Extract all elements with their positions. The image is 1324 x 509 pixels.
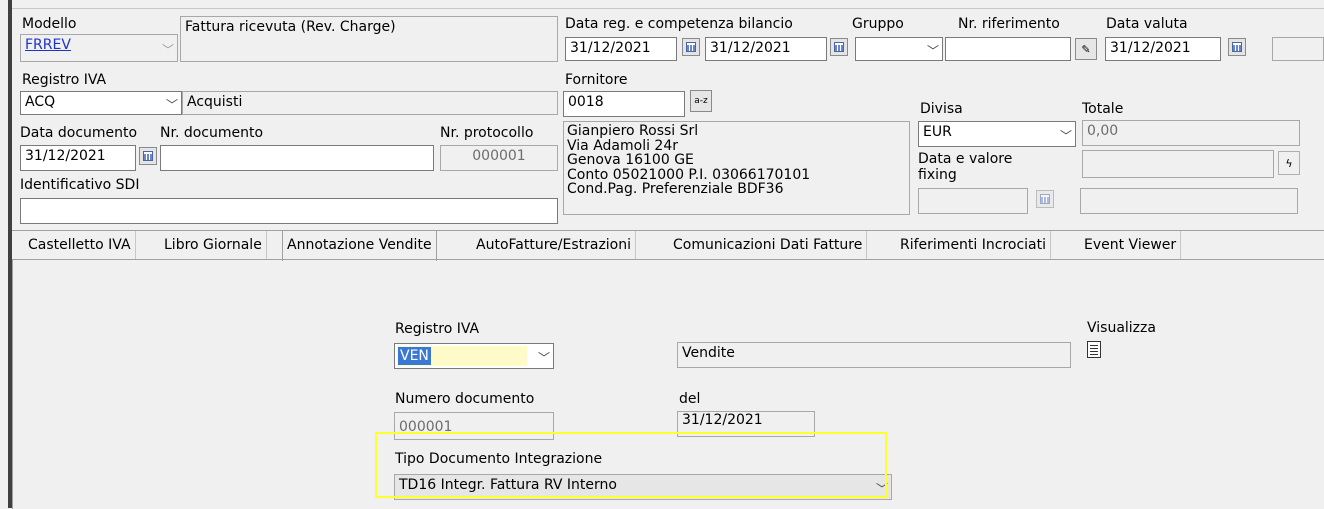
vendite-registro-iva-select[interactable]: VEN ﹀ — [394, 343, 554, 369]
numero-documento-field: 000001 — [394, 412, 554, 440]
pencil-icon[interactable]: ✎ — [1075, 38, 1097, 60]
calendar-icon[interactable] — [682, 38, 700, 56]
registro-iva-description: Acquisti — [182, 91, 558, 115]
totale-field: 0,00 — [1082, 120, 1300, 146]
data-valuta-label: Data valuta — [1106, 16, 1188, 32]
nr-riferimento-field[interactable] — [945, 37, 1071, 61]
tab-autofatture-estrazioni[interactable]: AutoFatture/Estrazioni — [472, 231, 637, 259]
del-date-field: 31/12/2021 — [677, 411, 815, 437]
vendite-registro-iva-value: VEN — [398, 347, 431, 365]
nr-documento-label: Nr. documento — [160, 125, 264, 141]
nr-protocollo-field: 000001 — [440, 145, 558, 171]
data-documento-field[interactable]: 31/12/2021 — [20, 145, 136, 171]
calendar-icon[interactable] — [1228, 38, 1246, 56]
registro-iva-label: Registro IVA — [22, 72, 107, 88]
totale-label: Totale — [1082, 101, 1124, 117]
data-valuta-field[interactable]: 31/12/2021 — [1105, 37, 1221, 61]
tab-castelletto-iva[interactable]: Castelletto IVA — [24, 231, 136, 259]
tab-content-panel — [12, 259, 1324, 509]
tab-libro-giornale[interactable]: Libro Giornale — [160, 231, 267, 259]
extra-field — [1272, 37, 1324, 61]
lightning-icon[interactable]: ϟ — [1278, 151, 1300, 175]
nr-protocollo-label: Nr. protocollo — [440, 125, 534, 141]
search-list-icon[interactable]: a-z — [690, 90, 712, 112]
modello-label: Modello — [22, 16, 77, 32]
calendar-icon[interactable] — [830, 38, 848, 56]
identificativo-sdi-label: Identificativo SDI — [20, 177, 140, 193]
tab-bar: Castelletto IVA Libro Giornale Annotazio… — [12, 230, 1324, 261]
tipo-documento-label: Tipo Documento Integrazione — [395, 451, 603, 467]
gruppo-select[interactable]: ﹀ — [855, 37, 943, 61]
chevron-down-icon: ﹀ — [165, 98, 178, 112]
visualizza-label: Visualizza — [1087, 320, 1156, 336]
nr-riferimento-label: Nr. riferimento — [958, 16, 1060, 32]
modello-select[interactable]: FRREV ﹀ — [20, 34, 178, 62]
tipo-documento-select[interactable]: TD16 Integr. Fattura RV Interno ﹀ — [394, 474, 892, 500]
calendar-icon — [1036, 190, 1054, 208]
chevron-down-icon: ﹀ — [537, 351, 550, 365]
tab-riferimenti-incrociati[interactable]: Riferimenti Incrociati — [896, 231, 1052, 259]
fornitore-label: Fornitore — [565, 72, 628, 88]
registro-iva-select[interactable]: ACQ ﹀ — [20, 91, 182, 115]
divisa-select[interactable]: EUR ﹀ — [918, 121, 1076, 147]
chevron-down-icon: ﹀ — [1059, 129, 1072, 143]
nr-documento-field[interactable] — [160, 145, 434, 171]
tab-comunicazioni-dati-fatture[interactable]: Comunicazioni Dati Fatture — [669, 231, 868, 259]
modello-link[interactable]: FRREV — [25, 37, 71, 53]
chevron-down-icon: ﹀ — [875, 482, 888, 496]
calendar-icon[interactable] — [139, 147, 157, 165]
fixing-extra-field — [1080, 188, 1298, 214]
document-icon[interactable] — [1087, 341, 1101, 358]
tab-annotazione-vendite[interactable]: Annotazione Vendite — [282, 230, 437, 261]
vendite-registro-iva-label: Registro IVA — [395, 321, 480, 337]
data-competenza-field[interactable]: 31/12/2021 — [705, 37, 827, 61]
vendite-registro-iva-description: Vendite — [677, 342, 1071, 368]
del-label: del — [679, 391, 701, 407]
identificativo-sdi-field[interactable] — [20, 198, 558, 224]
tab-event-viewer[interactable]: Event Viewer — [1080, 231, 1182, 259]
data-reg-label: Data reg. e competenza bilancio — [565, 16, 793, 32]
data-reg-field[interactable]: 31/12/2021 — [565, 37, 677, 61]
modello-description: Fattura ricevuta (Rev. Charge) — [180, 16, 558, 62]
fornitore-info: Gianpiero Rossi Srl Via Adamoli 24r Geno… — [563, 121, 910, 215]
chevron-down-icon: ﹀ — [926, 44, 939, 58]
fixing-label: Data e valore fixing — [918, 151, 1013, 183]
gruppo-label: Gruppo — [852, 16, 904, 32]
numero-documento-label: Numero documento — [395, 391, 535, 407]
fornitore-field[interactable]: 0018 — [563, 91, 685, 117]
fixing-value-field — [1082, 150, 1274, 178]
divisa-label: Divisa — [920, 101, 963, 117]
chevron-down-icon: ﹀ — [161, 43, 174, 57]
fixing-date-field — [918, 188, 1028, 214]
data-documento-label: Data documento — [20, 125, 138, 141]
